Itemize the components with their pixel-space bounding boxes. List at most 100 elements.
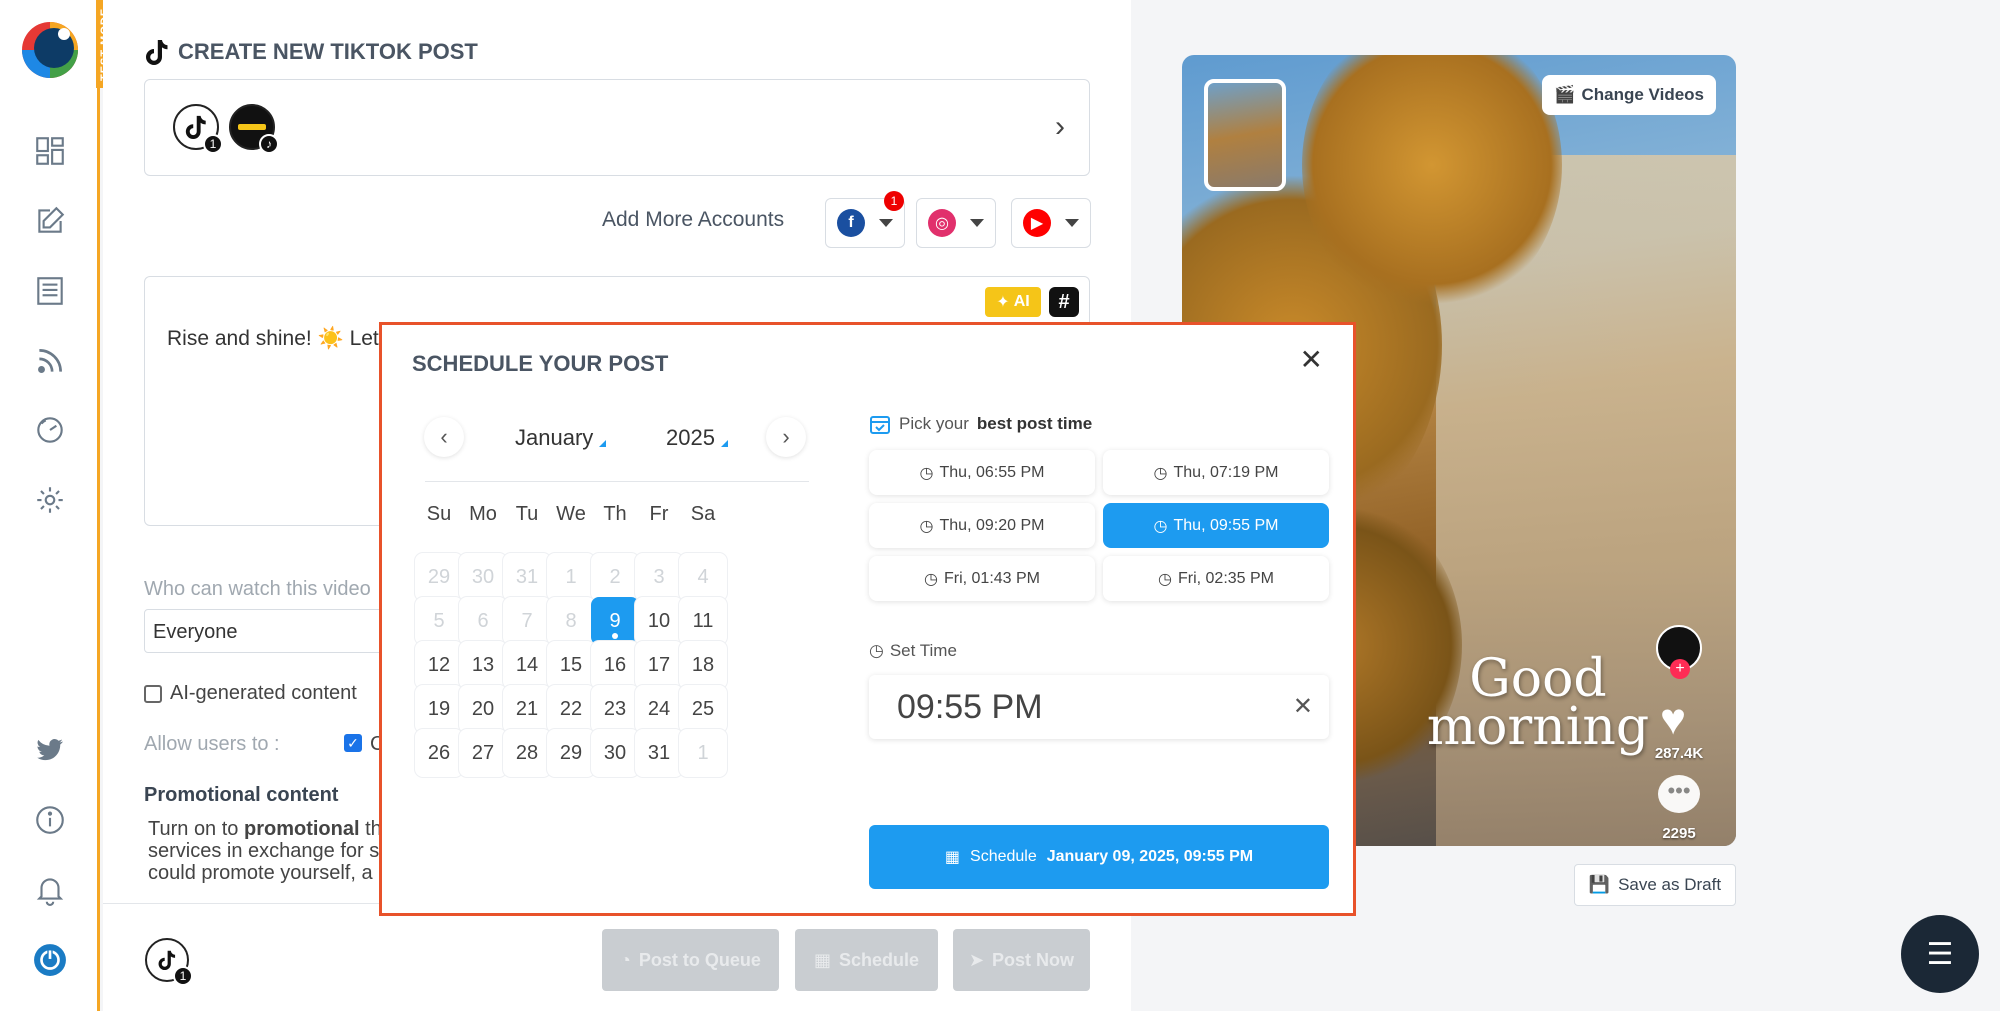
calendar-day[interactable]: 24 — [635, 685, 683, 733]
menu-fab-button[interactable]: ☰ — [1901, 915, 1979, 993]
overlay-line2: morning — [1426, 697, 1650, 757]
calendar-day[interactable]: 10 — [635, 597, 683, 645]
time-slot[interactable]: ◷ Thu, 07:19 PM — [1103, 450, 1329, 495]
pick-prefix: Pick your — [899, 414, 969, 433]
calendar-day[interactable]: 11 — [679, 597, 727, 645]
calendar-day[interactable]: 27 — [459, 729, 507, 777]
calendar-day[interactable]: 26 — [415, 729, 463, 777]
selected-accounts[interactable]: 1 ♪ › — [144, 79, 1090, 176]
instagram-dropdown[interactable]: ◎ — [916, 198, 996, 248]
calendar-day[interactable]: 25 — [679, 685, 727, 733]
calendar-day[interactable]: 16 — [591, 641, 639, 689]
app-logo[interactable] — [18, 18, 82, 82]
month-select[interactable]: January — [515, 425, 607, 451]
clock-icon: ◷ — [1158, 570, 1172, 588]
calendar-day[interactable]: 9 — [591, 597, 639, 645]
facebook-dropdown[interactable]: f 1 — [825, 191, 905, 248]
bell-icon[interactable] — [30, 870, 70, 910]
schedule-button[interactable]: ▦ Schedule — [795, 929, 938, 991]
clock-icon: ◷ — [919, 517, 934, 535]
time-slot[interactable]: ◷ Fri, 01:43 PM — [869, 556, 1095, 601]
settings-icon[interactable] — [30, 480, 70, 520]
calendar-day: 30 — [459, 553, 507, 601]
weekday-header: Th — [603, 503, 627, 525]
posts-icon[interactable] — [30, 271, 70, 311]
page-title-text: CREATE NEW TIKTOK POST — [178, 39, 478, 64]
save-as-draft-button[interactable]: 💾 Save as Draft — [1574, 864, 1736, 906]
bottom-account-avatar[interactable]: 1 — [145, 938, 193, 986]
calendar-day: 29 — [415, 553, 463, 601]
account-count-badge: 1 — [173, 966, 193, 986]
change-videos-button[interactable]: 🎬 Change Videos — [1542, 75, 1716, 115]
post-now-button[interactable]: ➤ Post Now — [953, 929, 1090, 991]
promotional-description: Turn on to promotional th services in ex… — [148, 818, 388, 884]
who-can-watch-select[interactable]: Everyone — [144, 609, 384, 653]
calendar-day[interactable]: 21 — [503, 685, 551, 733]
ai-generated-row[interactable]: AI-generated content — [144, 682, 357, 705]
compose-icon[interactable] — [30, 201, 70, 241]
youtube-icon: ▶ — [1023, 209, 1051, 237]
close-icon[interactable]: ✕ — [1300, 343, 1323, 376]
calendar-icon: ▦ — [813, 949, 831, 970]
rss-icon[interactable] — [30, 341, 70, 381]
tiktok-icon — [158, 950, 176, 970]
twitter-icon[interactable] — [30, 730, 70, 770]
calendar-day[interactable]: 31 — [635, 729, 683, 777]
year-label: 2025 — [666, 425, 715, 450]
ai-generated-checkbox[interactable] — [144, 684, 162, 703]
time-slot-label: Thu, 09:55 PM — [1173, 516, 1279, 534]
calendar-day[interactable]: 29 — [547, 729, 595, 777]
calendar-day[interactable]: 17 — [635, 641, 683, 689]
next-month-button[interactable]: › — [766, 417, 806, 457]
account-avatar-tiktok[interactable]: 1 — [173, 104, 223, 154]
allow-comment-checkbox[interactable]: ✓ — [344, 734, 362, 752]
promo-line3: could promote yourself, a — [148, 862, 373, 884]
clock-icon: ◷ — [869, 641, 884, 660]
confirm-schedule-label: Schedule — [970, 848, 1037, 865]
calendar-day[interactable]: 12 — [415, 641, 463, 689]
time-slot-label: Fri, 01:43 PM — [943, 569, 1040, 587]
facebook-notification-badge: 1 — [884, 191, 904, 211]
time-slot[interactable]: ◷ Thu, 09:55 PM — [1103, 503, 1329, 548]
calendar-day[interactable]: 28 — [503, 729, 551, 777]
analytics-icon[interactable] — [30, 410, 70, 450]
time-slot[interactable]: ◷ Fri, 02:35 PM — [1103, 556, 1329, 601]
clear-time-icon[interactable]: ✕ — [1293, 675, 1313, 739]
power-icon[interactable] — [30, 940, 70, 980]
dashboard-icon[interactable] — [30, 131, 70, 171]
hashtag-button[interactable]: # — [1049, 287, 1079, 317]
video-thumbnail[interactable] — [1204, 79, 1286, 191]
confirm-schedule-value: January 09, 2025, 09:55 PM — [1046, 848, 1254, 865]
caret-icon — [720, 440, 728, 447]
confirm-schedule-button[interactable]: ▦ Schedule January 09, 2025, 09:55 PM — [869, 825, 1329, 889]
calendar-day[interactable]: 14 — [503, 641, 551, 689]
calendar-day[interactable]: 23 — [591, 685, 639, 733]
post-to-queue-button[interactable]: ◔ Post to Queue — [602, 929, 779, 991]
tiktok-icon — [146, 40, 168, 65]
calendar-day[interactable]: 19 — [415, 685, 463, 733]
ai-assist-button[interactable]: ✦ AI — [985, 287, 1041, 317]
time-slot-label: Thu, 09:20 PM — [939, 516, 1045, 534]
time-slot[interactable]: ◷ Thu, 09:20 PM — [869, 503, 1095, 548]
time-slot-label: Thu, 06:55 PM — [939, 463, 1045, 481]
schedule-label: Schedule — [838, 949, 920, 970]
account-avatar-brand[interactable]: ♪ — [229, 104, 279, 154]
calendar-day[interactable]: 18 — [679, 641, 727, 689]
prev-month-button[interactable]: ‹ — [424, 417, 464, 457]
youtube-dropdown[interactable]: ▶ — [1011, 198, 1091, 248]
calendar-day[interactable]: 22 — [547, 685, 595, 733]
year-select[interactable]: 2025 — [666, 425, 728, 451]
time-slot[interactable]: ◷ Thu, 06:55 PM — [869, 450, 1095, 495]
set-time-text: Set Time — [889, 641, 957, 660]
likes-count: 287.4K — [1654, 745, 1704, 762]
caption-text[interactable]: Rise and shine! ☀️ Let — [167, 327, 379, 351]
send-icon: ➤ — [968, 949, 985, 970]
info-icon[interactable] — [30, 800, 70, 840]
time-input[interactable]: 09:55 PM ✕ — [869, 675, 1329, 739]
chevron-right-icon[interactable]: › — [1055, 110, 1065, 144]
calendar-day[interactable]: 30 — [591, 729, 639, 777]
calendar-day[interactable]: 15 — [547, 641, 595, 689]
caret-down-icon — [1065, 219, 1079, 227]
calendar-day[interactable]: 13 — [459, 641, 507, 689]
calendar-day[interactable]: 20 — [459, 685, 507, 733]
